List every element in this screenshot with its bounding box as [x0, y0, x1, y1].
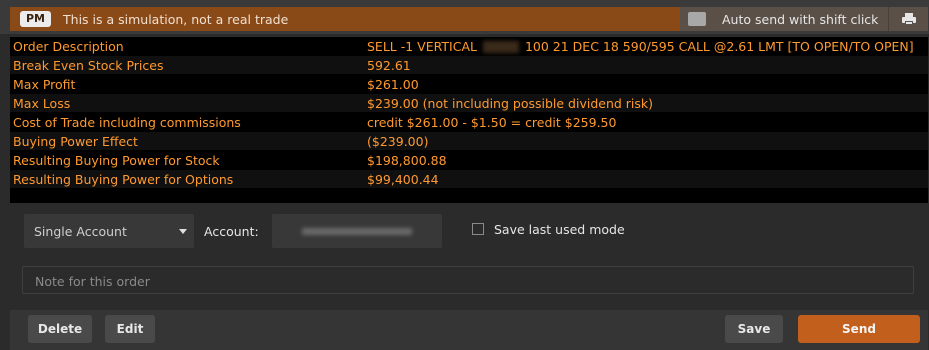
table-row: Resulting Buying Power for Options $99,4…: [10, 170, 928, 188]
auto-send-toggle[interactable]: Auto send with shift click: [680, 7, 888, 31]
detail-value: ($239.00): [367, 133, 429, 149]
account-label: Account:: [204, 224, 259, 239]
simulation-message: This is a simulation, not a real trade: [63, 11, 289, 27]
detail-label: Max Profit: [13, 76, 76, 92]
detail-label: Buying Power Effect: [13, 133, 138, 149]
table-row: Max Profit $261.00: [10, 75, 928, 93]
save-mode-label[interactable]: Save last used mode: [494, 222, 625, 237]
send-button[interactable]: Send: [798, 315, 920, 343]
note-placeholder: Note for this order: [35, 274, 150, 289]
detail-value: $261.00: [367, 76, 419, 92]
account-row: Single Account Account: Save last used m…: [10, 210, 928, 254]
table-row: Break Even Stock Prices 592.61: [10, 56, 928, 74]
simulation-banner: PM This is a simulation, not a real trad…: [10, 7, 928, 31]
redacted-account: [302, 228, 412, 235]
account-mode-select[interactable]: Single Account: [24, 214, 194, 248]
detail-label: Resulting Buying Power for Stock: [13, 152, 220, 168]
detail-label: Resulting Buying Power for Options: [13, 171, 234, 187]
detail-value: credit $261.00 - $1.50 = credit $259.50: [367, 114, 617, 130]
order-note-input[interactable]: Note for this order: [22, 266, 914, 294]
table-row: Resulting Buying Power for Stock $198,80…: [10, 151, 928, 169]
detail-value: 592.61: [367, 57, 411, 73]
printer-icon[interactable]: [901, 13, 916, 25]
pm-badge: PM: [20, 11, 52, 27]
detail-label: Max Loss: [13, 95, 71, 111]
detail-label: Break Even Stock Prices: [13, 57, 164, 73]
detail-value: $239.00 (not including possible dividend…: [367, 95, 654, 111]
footer-bar: Delete Edit Save Send: [10, 310, 928, 350]
edit-button[interactable]: Edit: [105, 315, 155, 343]
table-row: Max Loss $239.00 (not including possible…: [10, 94, 928, 112]
detail-value: SELL -1 VERTICAL 100 21 DEC 18 590/595 CA…: [367, 38, 914, 54]
toggle-switch-icon[interactable]: [688, 12, 706, 26]
print-button[interactable]: [888, 7, 928, 31]
save-mode-checkbox[interactable]: [472, 223, 484, 235]
order-details-table: Order Description SELL -1 VERTICAL 100 21…: [10, 37, 928, 203]
table-row: Cost of Trade including commissions cred…: [10, 113, 928, 131]
save-button[interactable]: Save: [725, 315, 783, 343]
detail-value: $198,800.88: [367, 152, 447, 168]
detail-label: Cost of Trade including commissions: [13, 114, 241, 130]
auto-send-label: Auto send with shift click: [722, 11, 879, 27]
topbar: PM This is a simulation, not a real trad…: [0, 0, 929, 34]
chevron-down-icon: [179, 229, 187, 234]
detail-label: Order Description: [13, 38, 124, 54]
account-mode-value: Single Account: [34, 223, 127, 239]
table-row: Buying Power Effect ($239.00): [10, 132, 928, 150]
redacted-symbol: [482, 41, 519, 53]
delete-button[interactable]: Delete: [28, 315, 92, 343]
detail-value: $99,400.44: [367, 171, 439, 187]
account-select[interactable]: [272, 214, 442, 248]
table-row: Order Description SELL -1 VERTICAL 100 21…: [10, 37, 928, 55]
